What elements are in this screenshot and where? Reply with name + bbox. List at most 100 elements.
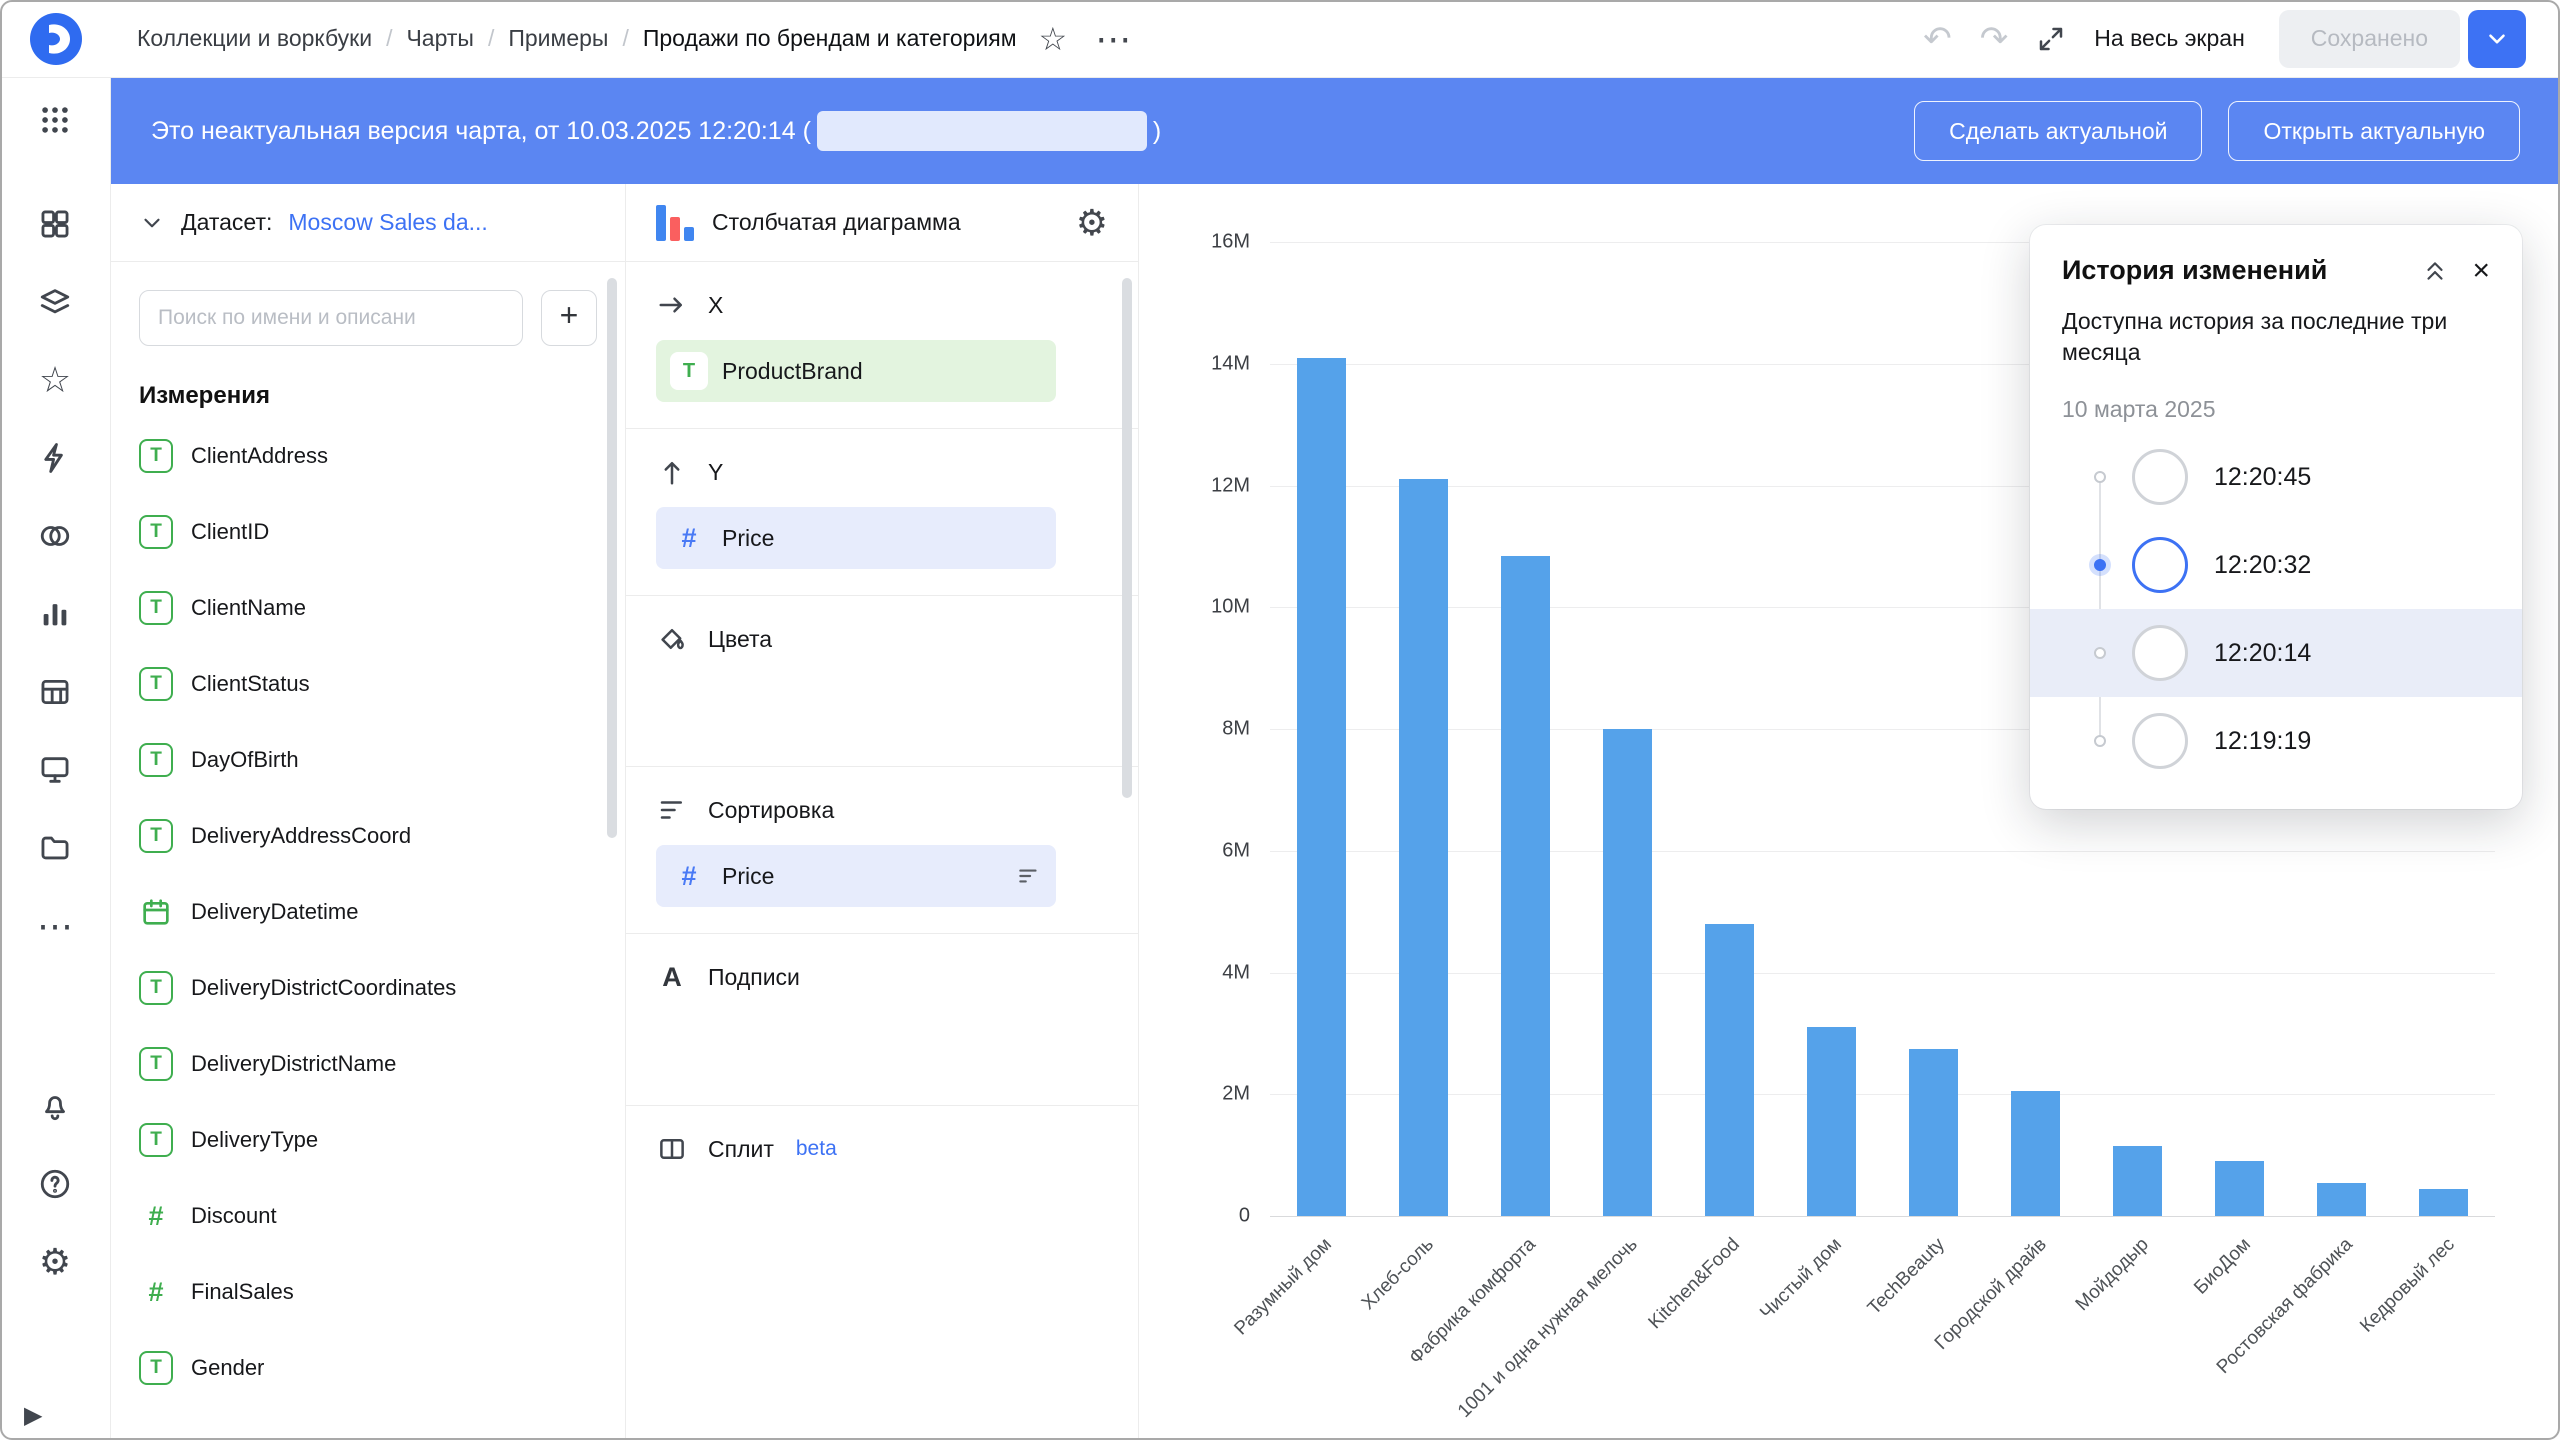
dataset-field[interactable]: TDeliveryDistrictCoordinates	[139, 950, 597, 1026]
dataset-field[interactable]: TDeliveryType	[139, 1102, 597, 1178]
save-dropdown-button[interactable]	[2468, 10, 2526, 68]
left-rail: ☆ ⋯ ⚙ ▶	[0, 78, 111, 1440]
dataset-field[interactable]: TGender	[139, 1330, 597, 1406]
collections-icon[interactable]	[26, 196, 84, 252]
datasets-icon[interactable]	[26, 508, 84, 564]
dataset-field[interactable]: TClientName	[139, 570, 597, 646]
dataset-field[interactable]: TClientAddress	[139, 418, 597, 494]
bar[interactable]	[1399, 479, 1448, 1216]
breadcrumb-separator: /	[488, 25, 494, 52]
datalens-logo[interactable]	[0, 12, 111, 66]
dataset-field[interactable]: #Discount	[139, 1178, 597, 1254]
undo-icon[interactable]: ↶	[1923, 19, 1952, 59]
text-field-icon: T	[139, 439, 173, 473]
x-field-chip[interactable]: T ProductBrand	[656, 340, 1056, 402]
dataset-field[interactable]: TClientID	[139, 494, 597, 570]
bar[interactable]	[2215, 1161, 2264, 1216]
favorites-icon[interactable]: ☆	[26, 352, 84, 408]
collapse-icon[interactable]	[2422, 258, 2448, 284]
close-icon[interactable]: ×	[2472, 256, 2490, 286]
number-field-icon: #	[139, 1275, 173, 1309]
chart-type-header[interactable]: Столбчатая диаграмма ⚙	[626, 184, 1138, 262]
outdated-version-banner: Это неактуальная версия чарта, от 10.03.…	[111, 78, 2560, 184]
field-search-input[interactable]	[139, 290, 523, 346]
breadcrumb-item[interactable]: Чарты	[406, 25, 473, 52]
bar[interactable]	[1501, 556, 1550, 1216]
datalens-logo-icon	[29, 12, 83, 66]
history-item[interactable]: 12:19:19	[2030, 697, 2522, 785]
make-actual-button[interactable]: Сделать актуальной	[1914, 101, 2202, 161]
open-actual-button[interactable]: Открыть актуальную	[2228, 101, 2520, 161]
apps-grid-icon[interactable]	[26, 92, 84, 148]
fullscreen-icon[interactable]	[2036, 24, 2066, 54]
text-field-icon: T	[670, 352, 708, 390]
breadcrumb-item: Продажи по брендам и категориям	[643, 25, 1017, 52]
x-axis-label: Кедровый лес	[2320, 1234, 2444, 1256]
collapse-rail-icon[interactable]: ▶	[24, 1401, 42, 1430]
sort-section-label: Сортировка	[708, 797, 834, 824]
notifications-bell-icon[interactable]	[26, 1078, 84, 1134]
labels-section[interactable]: A Подписи	[626, 934, 1138, 1106]
chart-settings-gear-icon[interactable]: ⚙	[1076, 205, 1108, 241]
help-icon[interactable]	[26, 1156, 84, 1212]
bar[interactable]	[1603, 729, 1652, 1216]
history-radio	[2094, 735, 2106, 747]
text-field-icon: T	[139, 1123, 173, 1157]
more-menu-icon[interactable]: ⋯	[1095, 29, 1134, 49]
bar[interactable]	[2419, 1189, 2468, 1216]
breadcrumb-item[interactable]: Коллекции и воркбуки	[137, 25, 372, 52]
bar[interactable]	[1909, 1049, 1958, 1216]
topbar: Коллекции и воркбуки/Чарты/Примеры/Прода…	[0, 0, 2560, 78]
bar[interactable]	[2011, 1091, 2060, 1216]
dataset-field[interactable]: #FinalSales	[139, 1254, 597, 1330]
avatar	[2132, 449, 2188, 505]
connections-icon[interactable]	[26, 430, 84, 486]
split-section[interactable]: Сплит beta	[626, 1106, 1138, 1204]
dataset-scrollbar[interactable]	[607, 278, 617, 838]
charts-icon[interactable]	[26, 586, 84, 642]
tables-icon[interactable]	[26, 664, 84, 720]
dataset-field[interactable]: TDayOfBirth	[139, 722, 597, 798]
field-name: ClientStatus	[191, 671, 310, 697]
fullscreen-label[interactable]: На весь экран	[2094, 25, 2245, 52]
dataset-field[interactable]: DeliveryDatetime	[139, 874, 597, 950]
y-field-chip[interactable]: # Price	[656, 507, 1056, 569]
workbooks-icon[interactable]	[26, 274, 84, 330]
config-scrollbar[interactable]	[1122, 278, 1132, 798]
dataset-panel-header[interactable]: Датасет: Moscow Sales da...	[111, 184, 625, 262]
sort-direction-icon[interactable]	[1016, 863, 1042, 889]
field-name: DeliveryDistrictCoordinates	[191, 975, 456, 1001]
field-search-row: +	[139, 290, 597, 346]
history-item[interactable]: 12:20:32	[2030, 521, 2522, 609]
add-field-button[interactable]: +	[541, 290, 597, 346]
x-axis-label: Мойдодыр	[2044, 1234, 2138, 1256]
dashboards-icon[interactable]	[26, 742, 84, 798]
bar[interactable]	[1705, 924, 1754, 1216]
breadcrumb-item[interactable]: Примеры	[508, 25, 608, 52]
settings-gear-icon[interactable]: ⚙	[26, 1234, 84, 1290]
folder-icon[interactable]	[26, 820, 84, 876]
bar[interactable]	[2113, 1146, 2162, 1216]
bar[interactable]	[1807, 1027, 1856, 1216]
history-panel: История изменений × Доступна история за …	[2030, 225, 2522, 809]
text-field-icon: T	[139, 591, 173, 625]
date-field-icon	[139, 895, 173, 929]
colors-section[interactable]: Цвета	[626, 596, 1138, 767]
bar[interactable]	[2317, 1183, 2366, 1216]
dataset-field[interactable]: TDeliveryAddressCoord	[139, 798, 597, 874]
redo-icon[interactable]: ↷	[1980, 19, 2009, 59]
sort-field-chip[interactable]: # Price	[656, 845, 1056, 907]
dataset-field[interactable]: TClientStatus	[139, 646, 597, 722]
dataset-name-link[interactable]: Moscow Sales da...	[288, 209, 487, 236]
history-item[interactable]: 12:20:45	[2030, 433, 2522, 521]
dataset-field[interactable]: TDeliveryDistrictName	[139, 1026, 597, 1102]
saved-button[interactable]: Сохранено	[2279, 10, 2460, 68]
favorite-star-icon[interactable]: ☆	[1039, 20, 1068, 58]
field-name: Gender	[191, 1355, 264, 1381]
x-axis-label: Ростовская фабрика	[2159, 1234, 2342, 1256]
bar[interactable]	[1297, 358, 1346, 1216]
rail-more-icon[interactable]: ⋯	[26, 898, 84, 954]
history-item[interactable]: 12:20:14	[2030, 609, 2522, 697]
x-axis-label: 1001 и одна нужная мелочь	[1382, 1234, 1627, 1256]
chevron-down-icon	[2484, 26, 2510, 52]
